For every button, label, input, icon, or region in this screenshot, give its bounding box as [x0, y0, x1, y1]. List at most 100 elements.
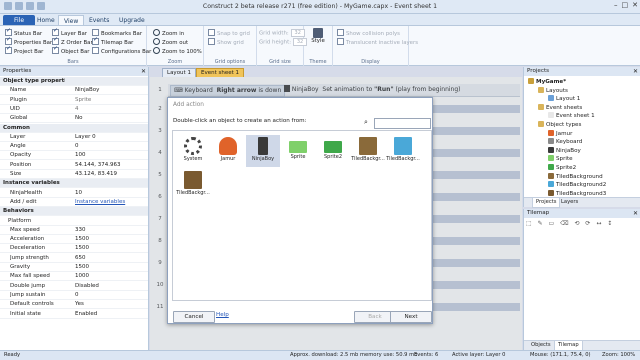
pin-icon[interactable]: ✕: [633, 67, 638, 76]
style-button[interactable]: Style: [310, 28, 326, 44]
property-value[interactable]: 650: [75, 254, 147, 263]
properties-bar-checkbox[interactable]: Properties Bar: [5, 36, 52, 46]
help-link[interactable]: Help: [216, 312, 229, 318]
property-value[interactable]: Sprite: [75, 96, 147, 105]
next-button[interactable]: Next: [390, 311, 432, 323]
pin-icon[interactable]: ✕: [633, 209, 638, 218]
property-row[interactable]: Max fall speed 1000: [0, 272, 148, 282]
property-row[interactable]: Max speed 330: [0, 226, 148, 235]
tree-item[interactable]: Sprite2: [548, 164, 576, 172]
property-row[interactable]: Size 43.124, 83.419: [0, 170, 148, 179]
tree-item[interactable]: Sprite: [548, 155, 573, 163]
property-value[interactable]: 0: [75, 142, 147, 151]
object-tile[interactable]: Sprite: [281, 135, 315, 167]
property-value[interactable]: 100: [75, 151, 147, 160]
grid-height-field[interactable]: Grid height: 32: [259, 38, 308, 46]
tree-item-label: Sprite: [556, 156, 573, 163]
snap-to-grid-checkbox[interactable]: Snap to grid: [208, 29, 250, 37]
maximize-icon[interactable]: □: [622, 1, 629, 9]
property-row[interactable]: Opacity 100: [0, 151, 148, 161]
property-value[interactable]: 4: [75, 105, 147, 114]
property-row[interactable]: Default controls Yes: [0, 300, 148, 310]
property-row[interactable]: UID 4: [0, 105, 148, 114]
property-row[interactable]: Acceleration 1500: [0, 235, 148, 245]
minimize-icon[interactable]: –: [614, 1, 618, 9]
tree-item[interactable]: TiledBackground2: [548, 181, 606, 189]
object-tile[interactable]: Sprite2: [316, 135, 350, 167]
tree-item[interactable]: Jamur: [548, 129, 572, 138]
show-collision-polys-checkbox[interactable]: Show collision polys: [337, 29, 400, 37]
object-tile[interactable]: TiledBackgr...: [351, 135, 385, 167]
property-row[interactable]: NinjaHealth 10: [0, 189, 148, 198]
property-row[interactable]: Jump sustain 0: [0, 291, 148, 300]
grid-width-field[interactable]: Grid width: 32: [259, 29, 305, 37]
tree-item-label: Event sheets: [546, 104, 583, 111]
tree-item[interactable]: MyGame*: [528, 78, 566, 86]
tree-item[interactable]: Event sheet 1: [548, 112, 595, 120]
cancel-button[interactable]: Cancel: [173, 311, 215, 323]
tab-layers[interactable]: Layers: [558, 198, 581, 207]
translucent-layers-checkbox[interactable]: Translucent inactive layers: [337, 38, 418, 46]
object-tile[interactable]: NinjaBoy: [246, 135, 280, 167]
project-bar-checkbox[interactable]: Project Bar: [5, 45, 43, 55]
property-value[interactable]: Enabled: [75, 310, 147, 319]
tree-item[interactable]: Layouts: [538, 86, 568, 95]
property-row[interactable]: Global No: [0, 114, 148, 124]
property-row[interactable]: Jump strength 650: [0, 254, 148, 263]
bookmarks-bar-checkbox[interactable]: Bookmarks Bar: [92, 29, 142, 37]
tree-item[interactable]: Keyboard: [548, 138, 582, 146]
tilemap-toolbar[interactable]: ⬚ ✎ ▭ ⌫ ⟲ ⟳ ↔ ↕: [526, 220, 614, 227]
property-value[interactable]: 1500: [75, 263, 147, 272]
property-value[interactable]: 10: [75, 189, 147, 198]
property-value[interactable]: 1500: [75, 235, 147, 244]
property-row[interactable]: Deceleration 1500: [0, 244, 148, 254]
property-row[interactable]: Angle 0: [0, 142, 148, 152]
tree-item[interactable]: Object types: [538, 121, 581, 129]
property-row[interactable]: Double jump Disabled: [0, 282, 148, 291]
show-grid-checkbox[interactable]: Show grid: [208, 38, 244, 46]
close-icon[interactable]: ✕: [632, 1, 638, 9]
object-tile-label: System: [183, 156, 203, 162]
tree-item[interactable]: TiledBackground: [548, 172, 603, 181]
tab-projects[interactable]: Projects: [532, 198, 561, 208]
display-group: Show collision polys Translucent inactiv…: [333, 26, 418, 66]
property-value[interactable]: 54.144, 374.963: [75, 161, 147, 170]
search-input[interactable]: [374, 118, 431, 129]
instance-variables-link[interactable]: Instance variables: [75, 198, 147, 207]
zoom-out-button[interactable]: Zoom out: [153, 38, 188, 46]
property-row[interactable]: Add / edit Instance variables: [0, 198, 148, 207]
property-name: Name: [10, 87, 27, 94]
property-value[interactable]: 1000: [75, 272, 147, 281]
tree-item[interactable]: Event sheets: [538, 103, 583, 112]
property-value[interactable]: 0: [75, 291, 147, 300]
property-row[interactable]: Initial state Enabled: [0, 310, 148, 319]
object-tile[interactable]: TiledBackgr...: [386, 135, 420, 167]
property-value[interactable]: 43.124, 83.419: [75, 170, 147, 179]
property-value[interactable]: Layer 0: [75, 133, 147, 142]
property-row[interactable]: Platform: [0, 217, 148, 226]
object-tile[interactable]: Jamur: [211, 135, 245, 167]
z-order-bar-checkbox[interactable]: Z Order Bar: [52, 36, 93, 46]
property-value[interactable]: 330: [75, 226, 147, 235]
property-value[interactable]: Disabled: [75, 282, 147, 291]
tree-item[interactable]: Layout 1: [548, 95, 580, 103]
tree-item[interactable]: NinjaBoy: [548, 146, 581, 155]
property-value[interactable]: No: [75, 114, 147, 123]
property-row[interactable]: Gravity 1500: [0, 263, 148, 272]
property-value[interactable]: Yes: [75, 300, 147, 309]
property-value[interactable]: NinjaBoy: [75, 86, 147, 95]
property-row[interactable]: Position 54.144, 374.963: [0, 161, 148, 170]
tab-objects[interactable]: Objects: [528, 341, 554, 350]
property-row[interactable]: Name NinjaBoy: [0, 86, 148, 96]
tilemap-bar-checkbox[interactable]: Tilemap Bar: [92, 36, 133, 46]
zoom-100-button[interactable]: Zoom to 100%: [153, 47, 202, 55]
object-tile[interactable]: System: [176, 135, 210, 167]
property-value[interactable]: 1500: [75, 244, 147, 253]
property-row[interactable]: Layer Layer 0: [0, 133, 148, 142]
object-tile[interactable]: TiledBackgr...: [176, 169, 210, 201]
pin-icon[interactable]: ✕: [141, 67, 146, 76]
property-row[interactable]: Plugin Sprite: [0, 96, 148, 105]
configurations-bar-checkbox[interactable]: Configurations Bar: [92, 47, 151, 55]
object-bar-checkbox[interactable]: Object Bar: [52, 45, 90, 55]
zoom-in-button[interactable]: Zoom in: [153, 29, 184, 37]
